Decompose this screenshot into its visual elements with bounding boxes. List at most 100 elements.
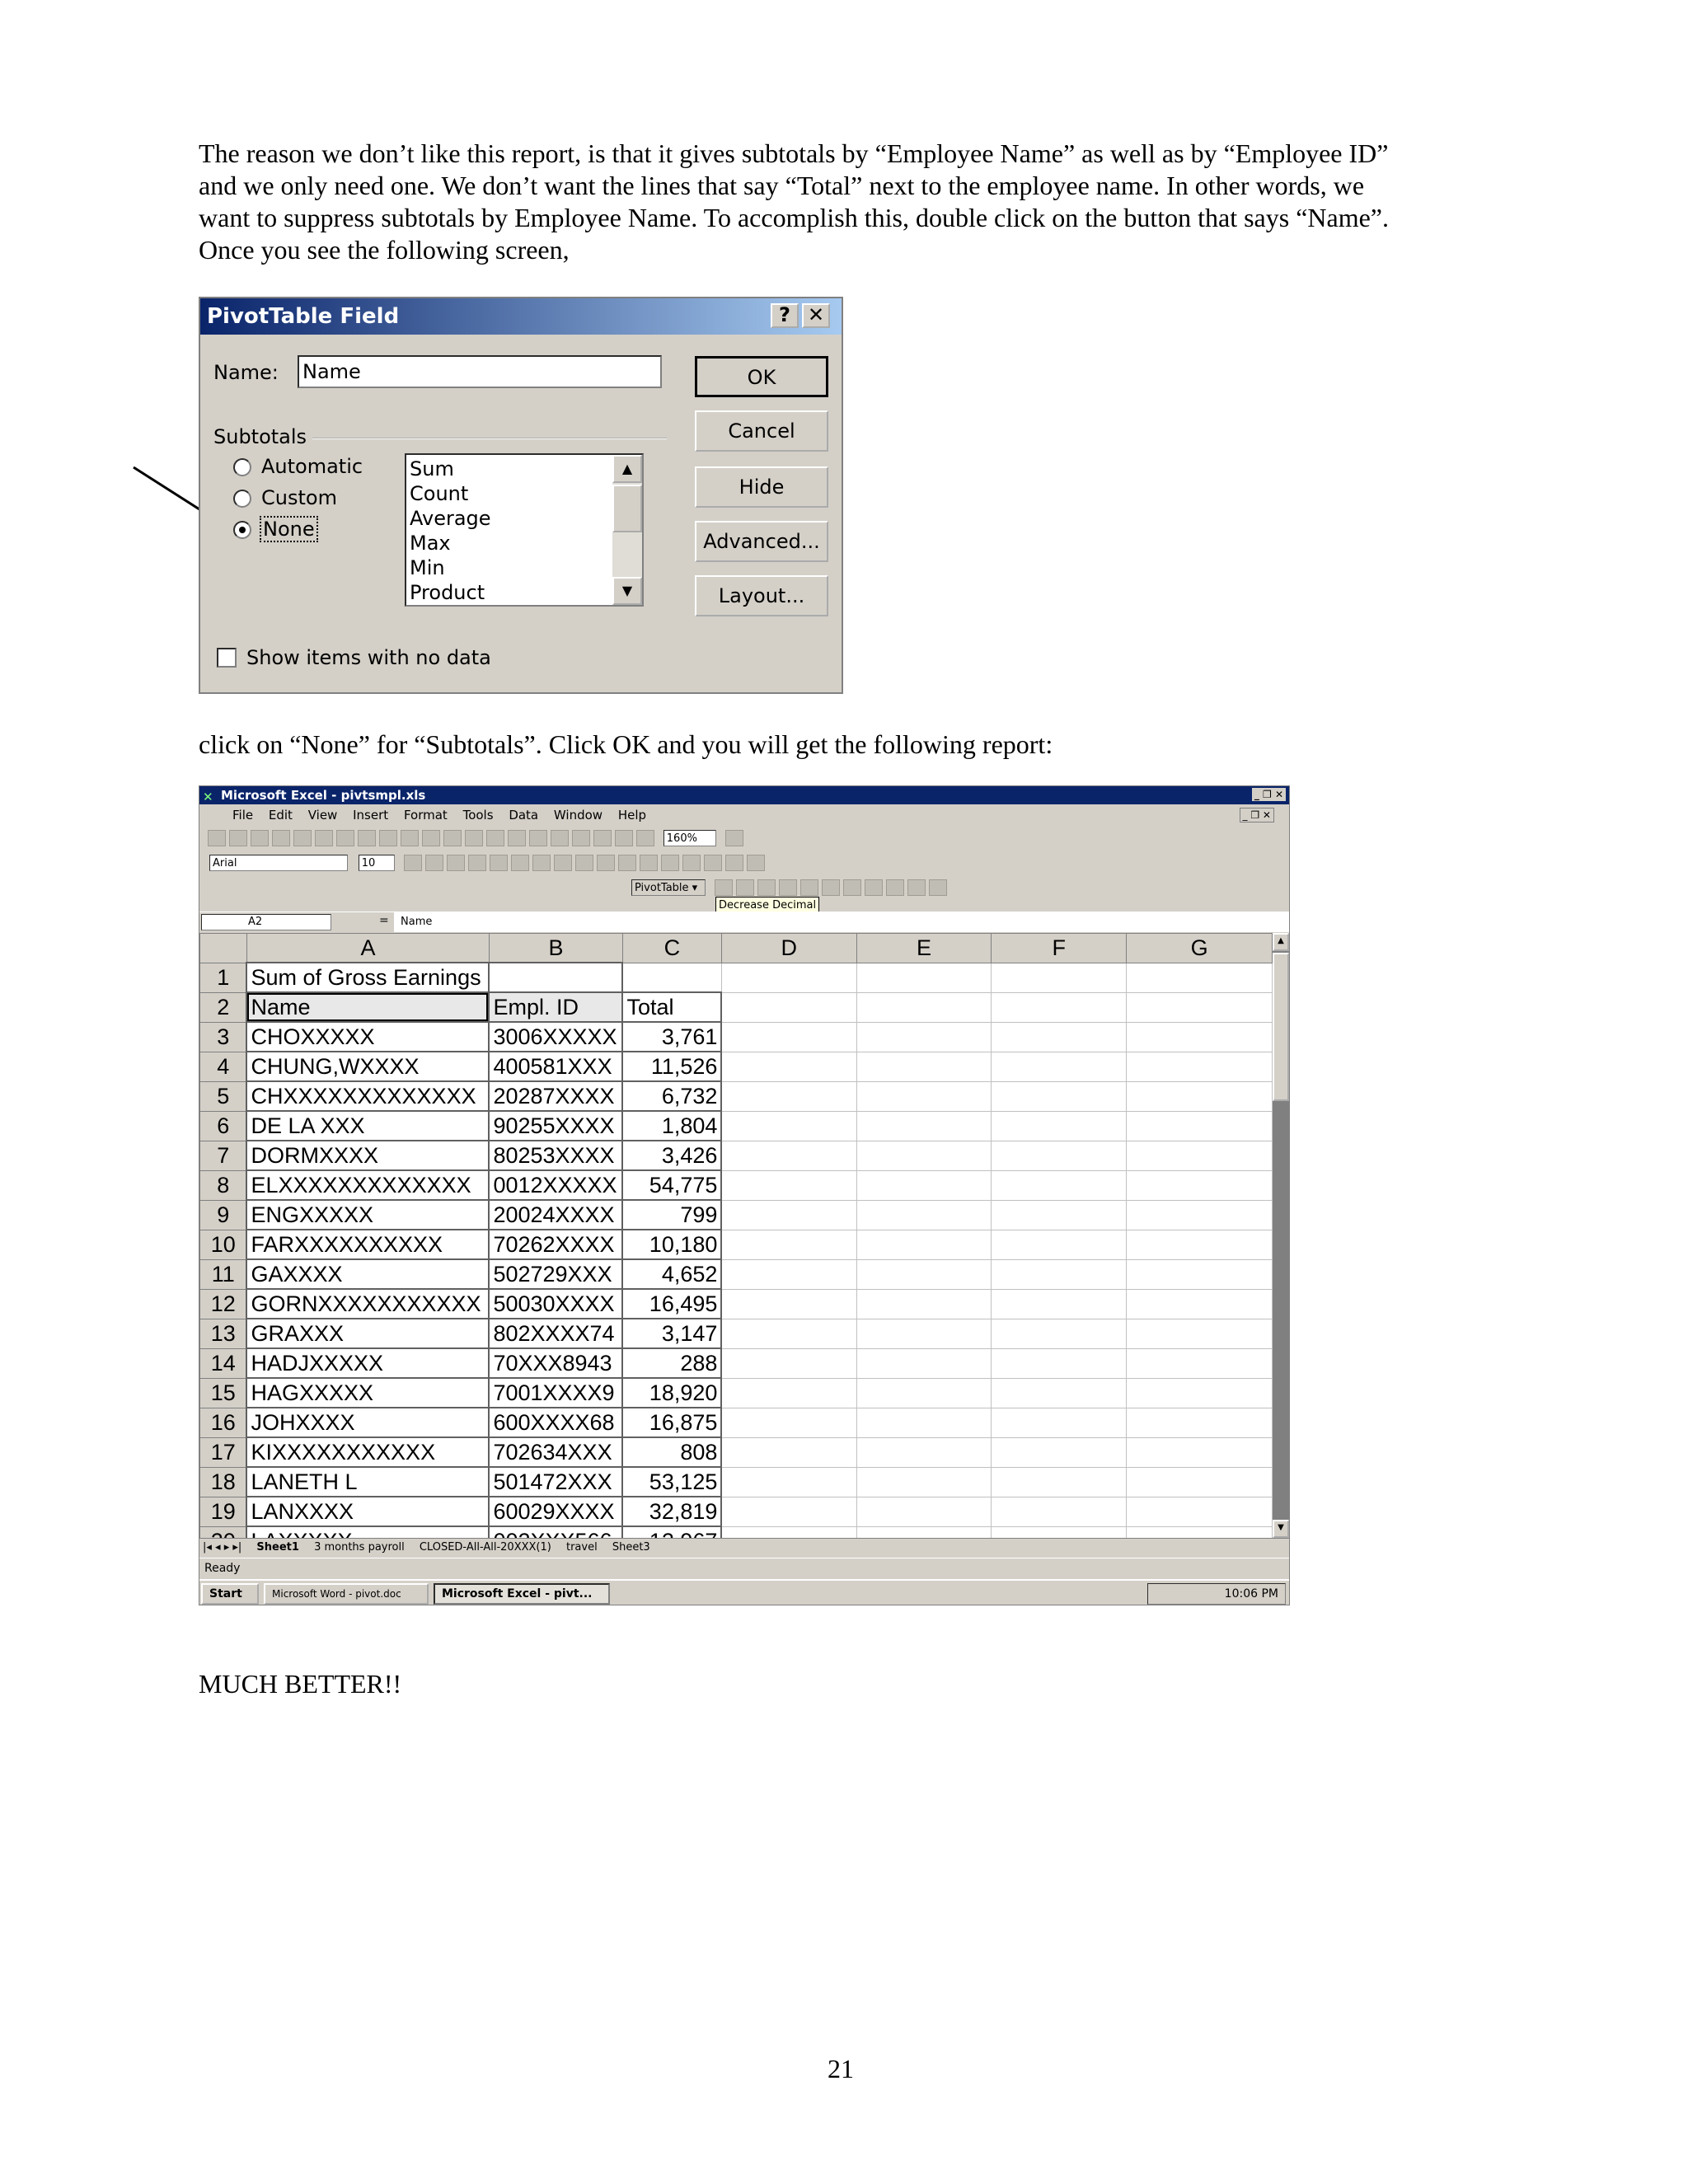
column-header[interactable]: G bbox=[1126, 933, 1273, 963]
decrease-indent-icon[interactable] bbox=[660, 855, 679, 871]
decrease-decimal-icon[interactable] bbox=[639, 855, 658, 871]
formula-input[interactable]: Name bbox=[394, 912, 1289, 932]
name-cell[interactable]: GRAXXX bbox=[246, 1318, 490, 1349]
cut-icon[interactable] bbox=[336, 830, 354, 846]
map-icon[interactable] bbox=[615, 830, 633, 846]
scroll-up-icon[interactable]: ▲ bbox=[612, 455, 642, 483]
fill-color-icon[interactable] bbox=[724, 855, 743, 871]
name-cell[interactable]: GAXXXX bbox=[246, 1258, 490, 1290]
column-header[interactable]: C bbox=[621, 933, 722, 963]
empl-id-cell[interactable]: 50030XXXX bbox=[488, 1288, 624, 1319]
row-header[interactable]: 6 bbox=[199, 1110, 247, 1141]
total-cell[interactable]: 3,147 bbox=[621, 1318, 723, 1349]
name-cell[interactable]: ELXXXXXXXXXXXXX bbox=[246, 1169, 490, 1201]
cell[interactable] bbox=[720, 1526, 857, 1538]
borders-icon[interactable] bbox=[703, 855, 722, 871]
cell[interactable] bbox=[1126, 1377, 1273, 1408]
total-cell[interactable]: 16,875 bbox=[621, 1407, 723, 1438]
row-header[interactable]: 5 bbox=[199, 1080, 247, 1112]
zoom-select[interactable]: 160% bbox=[663, 830, 716, 846]
cell[interactable] bbox=[720, 1347, 857, 1379]
list-item[interactable]: Product bbox=[410, 580, 491, 605]
ok-button[interactable]: OK bbox=[695, 356, 828, 397]
align-right-icon[interactable] bbox=[510, 855, 529, 871]
sort-desc-icon[interactable] bbox=[572, 830, 590, 846]
bold-icon[interactable] bbox=[403, 855, 422, 871]
total-cell[interactable]: 4,652 bbox=[621, 1258, 723, 1290]
cancel-button[interactable]: Cancel bbox=[695, 410, 828, 452]
cell[interactable] bbox=[720, 1318, 857, 1349]
cell[interactable] bbox=[1126, 1407, 1273, 1438]
refresh-icon[interactable] bbox=[842, 879, 861, 896]
cell[interactable] bbox=[991, 1526, 1128, 1538]
cell[interactable] bbox=[1126, 1258, 1273, 1290]
empl-id-cell[interactable]: 501472XXX bbox=[488, 1466, 624, 1497]
sheet-tab[interactable]: travel bbox=[566, 1541, 598, 1554]
increase-indent-icon[interactable] bbox=[682, 855, 701, 871]
name-cell[interactable]: DORMXXXX bbox=[246, 1140, 490, 1171]
total-cell[interactable]: 53,125 bbox=[621, 1466, 723, 1497]
total-header[interactable]: Total bbox=[621, 991, 723, 1023]
empl-id-cell[interactable]: 400581XXX bbox=[488, 1051, 624, 1082]
row-header[interactable]: 9 bbox=[199, 1199, 247, 1230]
layout-button[interactable]: Layout... bbox=[695, 575, 828, 616]
cell[interactable] bbox=[856, 1318, 992, 1349]
total-cell[interactable]: 12,967 bbox=[621, 1526, 723, 1538]
drawing-icon[interactable] bbox=[636, 830, 654, 846]
scroll-down-icon[interactable]: ▼ bbox=[612, 577, 642, 605]
new-icon[interactable] bbox=[208, 830, 226, 846]
cell[interactable] bbox=[856, 1080, 992, 1112]
list-item[interactable]: Min bbox=[410, 555, 491, 580]
scroll-up-icon[interactable]: ▲ bbox=[1273, 933, 1289, 951]
cell[interactable] bbox=[720, 1436, 857, 1468]
align-left-icon[interactable] bbox=[467, 855, 486, 871]
cell[interactable] bbox=[856, 1377, 992, 1408]
menu-item-help[interactable]: Help bbox=[618, 808, 646, 823]
cell[interactable] bbox=[856, 1229, 992, 1260]
cell[interactable] bbox=[1126, 1229, 1273, 1260]
hide-button[interactable]: Hide bbox=[695, 466, 828, 508]
column-header[interactable]: A bbox=[246, 933, 490, 963]
menu-item-edit[interactable]: Edit bbox=[269, 808, 293, 823]
empl-id-cell[interactable]: 802XXXX74 bbox=[488, 1318, 624, 1349]
help-icon[interactable] bbox=[724, 830, 743, 846]
cell[interactable] bbox=[856, 1199, 992, 1230]
cell[interactable] bbox=[1126, 1466, 1273, 1497]
chart-wizard-icon[interactable] bbox=[593, 830, 612, 846]
tab-nav-icon[interactable]: |◂ ◂ ▸ ▸| bbox=[203, 1541, 241, 1554]
format-painter-icon[interactable] bbox=[401, 830, 419, 846]
cell[interactable] bbox=[991, 1169, 1128, 1201]
scroll-thumb[interactable] bbox=[612, 485, 642, 532]
start-button[interactable]: Start bbox=[201, 1583, 259, 1605]
cell[interactable] bbox=[991, 1288, 1128, 1319]
menu-item-window[interactable]: Window bbox=[554, 808, 603, 823]
ungroup-icon[interactable] bbox=[757, 879, 776, 896]
name-cell[interactable]: LANETH L bbox=[246, 1466, 490, 1497]
cell[interactable] bbox=[856, 1436, 992, 1468]
column-header[interactable]: D bbox=[720, 933, 857, 963]
increase-decimal-icon[interactable] bbox=[617, 855, 636, 871]
row-header[interactable]: 18 bbox=[199, 1466, 247, 1497]
menu-item-view[interactable]: View bbox=[308, 808, 338, 823]
group-icon[interactable] bbox=[778, 879, 797, 896]
cell[interactable] bbox=[1126, 991, 1273, 1023]
cell[interactable] bbox=[720, 1407, 857, 1438]
empl-id-cell[interactable]: 002XXX566 bbox=[488, 1526, 624, 1538]
empl-id-cell[interactable]: 600XXXX68 bbox=[488, 1407, 624, 1438]
name-cell[interactable]: GORNXXXXXXXXXXX bbox=[246, 1288, 490, 1319]
merge-center-icon[interactable] bbox=[532, 855, 551, 871]
spelling-icon[interactable] bbox=[315, 830, 333, 846]
empl-id-cell[interactable]: 20287XXXX bbox=[488, 1080, 624, 1112]
show-detail-icon[interactable] bbox=[821, 879, 840, 896]
undo-icon[interactable] bbox=[422, 830, 440, 846]
radio-none-label[interactable]: None bbox=[260, 516, 318, 542]
list-item[interactable]: Max bbox=[410, 531, 491, 555]
redo-icon[interactable] bbox=[443, 830, 462, 846]
cell[interactable] bbox=[1126, 1051, 1273, 1082]
sheet-tab[interactable]: 3 months payroll bbox=[314, 1541, 405, 1554]
hide-detail-icon[interactable] bbox=[799, 879, 818, 896]
cell[interactable] bbox=[856, 1169, 992, 1201]
sort-asc-icon[interactable] bbox=[551, 830, 569, 846]
cell[interactable] bbox=[856, 1110, 992, 1141]
cell[interactable] bbox=[991, 1496, 1128, 1527]
